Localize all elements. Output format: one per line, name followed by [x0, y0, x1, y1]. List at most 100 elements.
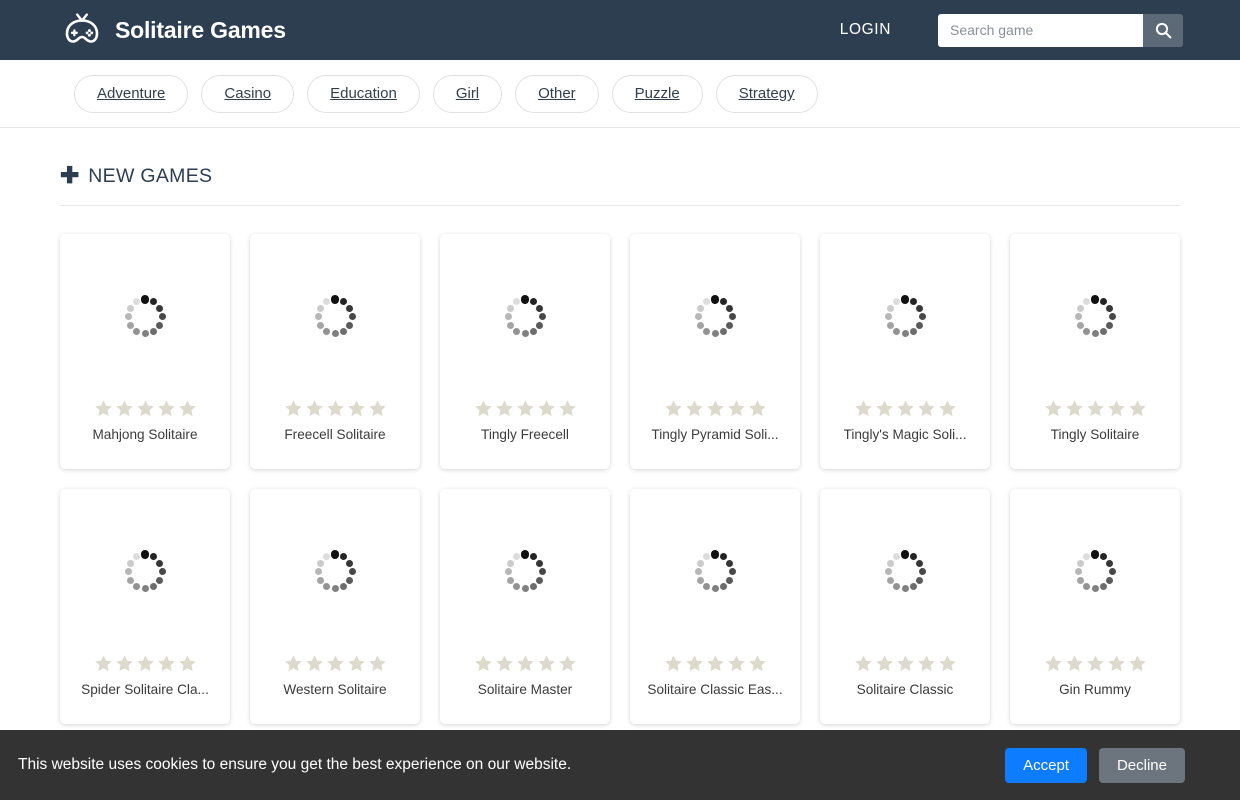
- category-chip-girl[interactable]: Girl: [432, 74, 503, 113]
- star-icon[interactable]: [727, 399, 746, 418]
- star-icon[interactable]: [368, 399, 387, 418]
- star-icon[interactable]: [136, 654, 155, 673]
- star-icon[interactable]: [706, 399, 725, 418]
- star-icon[interactable]: [495, 399, 514, 418]
- brand-logo[interactable]: Solitaire Games: [60, 12, 286, 48]
- star-icon[interactable]: [1044, 654, 1063, 673]
- rating-stars[interactable]: [474, 399, 577, 418]
- star-icon[interactable]: [284, 399, 303, 418]
- star-icon[interactable]: [516, 399, 535, 418]
- game-card[interactable]: Tingly Solitaire: [1010, 234, 1180, 469]
- star-icon[interactable]: [875, 654, 894, 673]
- rating-stars[interactable]: [664, 654, 767, 673]
- star-icon[interactable]: [1065, 399, 1084, 418]
- category-chip-education[interactable]: Education: [307, 74, 420, 113]
- category-chip-strategy[interactable]: Strategy: [715, 74, 818, 113]
- star-icon[interactable]: [1107, 399, 1126, 418]
- star-icon[interactable]: [727, 654, 746, 673]
- star-icon[interactable]: [1086, 399, 1105, 418]
- star-icon[interactable]: [854, 654, 873, 673]
- star-icon[interactable]: [305, 399, 324, 418]
- login-link[interactable]: LOGIN: [840, 21, 891, 39]
- star-icon[interactable]: [1128, 399, 1147, 418]
- game-card[interactable]: Tingly Pyramid Soli...: [630, 234, 800, 469]
- star-icon[interactable]: [917, 399, 936, 418]
- rating-stars[interactable]: [1044, 399, 1147, 418]
- star-icon[interactable]: [938, 399, 957, 418]
- star-icon[interactable]: [537, 654, 556, 673]
- game-card[interactable]: Tingly Freecell: [440, 234, 610, 469]
- star-icon[interactable]: [917, 654, 936, 673]
- rating-stars[interactable]: [1044, 654, 1147, 673]
- star-icon[interactable]: [305, 654, 324, 673]
- category-chip-other[interactable]: Other: [515, 74, 599, 113]
- game-card[interactable]: Freecell Solitaire: [250, 234, 420, 469]
- star-icon[interactable]: [178, 654, 197, 673]
- rating-stars[interactable]: [284, 654, 387, 673]
- star-icon[interactable]: [157, 399, 176, 418]
- rating-stars[interactable]: [284, 399, 387, 418]
- star-icon[interactable]: [474, 654, 493, 673]
- star-icon[interactable]: [875, 399, 894, 418]
- rating-stars[interactable]: [94, 399, 197, 418]
- category-chip-adventure[interactable]: Adventure: [74, 74, 189, 113]
- star-icon[interactable]: [326, 654, 345, 673]
- game-card[interactable]: Solitaire Classic: [820, 489, 990, 724]
- star-icon[interactable]: [1128, 654, 1147, 673]
- star-icon[interactable]: [664, 654, 683, 673]
- game-card[interactable]: Tingly's Magic Soli...: [820, 234, 990, 469]
- game-card[interactable]: Gin Rummy: [1010, 489, 1180, 724]
- category-chip-casino[interactable]: Casino: [201, 74, 295, 113]
- star-icon[interactable]: [1086, 654, 1105, 673]
- star-icon[interactable]: [94, 399, 113, 418]
- game-card[interactable]: Spider Solitaire Cla...: [60, 489, 230, 724]
- star-icon[interactable]: [136, 399, 155, 418]
- star-icon[interactable]: [368, 654, 387, 673]
- search-input[interactable]: [938, 13, 1143, 47]
- star-icon[interactable]: [347, 654, 366, 673]
- search-button[interactable]: [1143, 13, 1183, 47]
- rating-stars[interactable]: [854, 654, 957, 673]
- star-icon[interactable]: [115, 654, 134, 673]
- star-icon[interactable]: [1107, 654, 1126, 673]
- star-icon[interactable]: [938, 654, 957, 673]
- rating-stars[interactable]: [854, 399, 957, 418]
- star-icon[interactable]: [516, 654, 535, 673]
- star-icon[interactable]: [157, 654, 176, 673]
- star-icon[interactable]: [474, 399, 493, 418]
- game-card[interactable]: Mahjong Solitaire: [60, 234, 230, 469]
- game-title: Tingly Solitaire: [1050, 428, 1140, 442]
- star-icon[interactable]: [664, 399, 683, 418]
- star-icon[interactable]: [326, 399, 345, 418]
- decline-cookies-button[interactable]: Decline: [1098, 747, 1185, 783]
- star-icon[interactable]: [178, 399, 197, 418]
- rating-stars[interactable]: [94, 654, 197, 673]
- star-icon[interactable]: [94, 654, 113, 673]
- star-icon[interactable]: [115, 399, 134, 418]
- accept-cookies-button[interactable]: Accept: [1005, 747, 1087, 783]
- star-icon[interactable]: [748, 654, 767, 673]
- star-icon[interactable]: [896, 399, 915, 418]
- game-title: Western Solitaire: [283, 683, 387, 697]
- rating-stars[interactable]: [474, 654, 577, 673]
- rating-stars[interactable]: [664, 399, 767, 418]
- star-icon[interactable]: [685, 399, 704, 418]
- star-icon[interactable]: [1065, 654, 1084, 673]
- star-icon[interactable]: [854, 399, 873, 418]
- game-card[interactable]: Solitaire Classic Eas...: [630, 489, 800, 724]
- star-icon[interactable]: [558, 654, 577, 673]
- star-icon[interactable]: [284, 654, 303, 673]
- star-icon[interactable]: [558, 399, 577, 418]
- game-card[interactable]: Solitaire Master: [440, 489, 610, 724]
- star-icon[interactable]: [706, 654, 725, 673]
- star-icon[interactable]: [896, 654, 915, 673]
- game-card[interactable]: Western Solitaire: [250, 489, 420, 724]
- star-icon[interactable]: [347, 399, 366, 418]
- star-icon[interactable]: [1044, 399, 1063, 418]
- star-icon[interactable]: [495, 654, 514, 673]
- category-chip-puzzle[interactable]: Puzzle: [611, 74, 703, 113]
- star-icon[interactable]: [685, 654, 704, 673]
- star-icon[interactable]: [748, 399, 767, 418]
- star-icon[interactable]: [537, 399, 556, 418]
- loading-spinner-icon: [502, 549, 548, 595]
